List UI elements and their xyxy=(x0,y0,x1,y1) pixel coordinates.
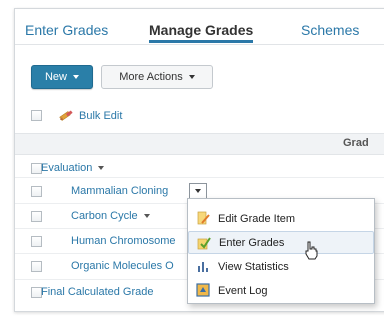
grade-column-header: Grad xyxy=(343,137,369,149)
carbon-cycle-label: Carbon Cycle xyxy=(71,210,138,222)
bulk-edit-link[interactable]: Bulk Edit xyxy=(79,110,122,122)
menu-item-label: View Statistics xyxy=(218,260,289,273)
tab-bar: Enter Grades Manage Grades Schemes xyxy=(15,9,384,45)
menu-item-view-statistics[interactable]: View Statistics xyxy=(188,255,374,278)
tab-enter-grades[interactable]: Enter Grades xyxy=(25,22,108,38)
evaluation-group-link[interactable]: Evaluation xyxy=(41,162,105,174)
chevron-down-icon xyxy=(188,75,195,79)
row-checkbox[interactable] xyxy=(31,261,42,272)
tab-manage-grades[interactable]: Manage Grades xyxy=(149,22,254,43)
chevron-down-icon xyxy=(73,75,79,79)
menu-item-event-log[interactable]: Event Log xyxy=(188,279,374,302)
more-actions-button[interactable]: More Actions xyxy=(101,65,213,89)
menu-item-label: Event Log xyxy=(218,284,268,297)
enter-grades-icon xyxy=(197,237,211,250)
menu-item-enter-grades[interactable]: Enter Grades xyxy=(188,231,374,254)
row-checkbox[interactable] xyxy=(31,186,42,197)
new-button-label: New xyxy=(44,71,67,83)
select-all-checkbox[interactable] xyxy=(31,110,42,121)
grades-panel: Enter Grades Manage Grades Schemes New M… xyxy=(14,8,384,312)
chevron-down-icon xyxy=(98,166,105,171)
new-button[interactable]: New xyxy=(31,65,93,89)
grade-item-human-chromosome[interactable]: Human Chromosome xyxy=(71,235,176,247)
table-header xyxy=(15,133,384,155)
hand-cursor-icon xyxy=(305,241,318,260)
event-log-icon xyxy=(196,283,210,297)
final-calculated-grade[interactable]: Final Calculated Grade xyxy=(41,286,154,298)
grade-item-carbon-cycle[interactable]: Carbon Cycle xyxy=(71,210,150,222)
row-divider xyxy=(15,177,384,178)
chevron-down-icon xyxy=(143,214,150,219)
more-actions-label: More Actions xyxy=(119,71,183,83)
row-checkbox[interactable] xyxy=(31,236,42,247)
menu-item-label: Enter Grades xyxy=(219,236,285,249)
view-statistics-icon xyxy=(198,262,208,272)
menu-item-edit-grade-item[interactable]: Edit Grade Item xyxy=(188,207,374,230)
grade-item-mammalian-cloning[interactable]: Mammalian Cloning xyxy=(71,185,168,197)
chevron-down-icon xyxy=(195,189,201,193)
menu-item-label: Edit Grade Item xyxy=(218,212,296,225)
context-menu: Edit Grade Item Enter Grades View Statis… xyxy=(187,198,375,304)
evaluation-label: Evaluation xyxy=(41,162,93,174)
row-actions-button[interactable] xyxy=(189,183,207,199)
tab-schemes[interactable]: Schemes xyxy=(301,22,359,38)
edit-grade-item-icon xyxy=(197,211,210,225)
row-checkbox[interactable] xyxy=(31,211,42,222)
grade-item-organic-molecules[interactable]: Organic Molecules O xyxy=(71,260,174,272)
pencil-icon xyxy=(59,110,73,121)
